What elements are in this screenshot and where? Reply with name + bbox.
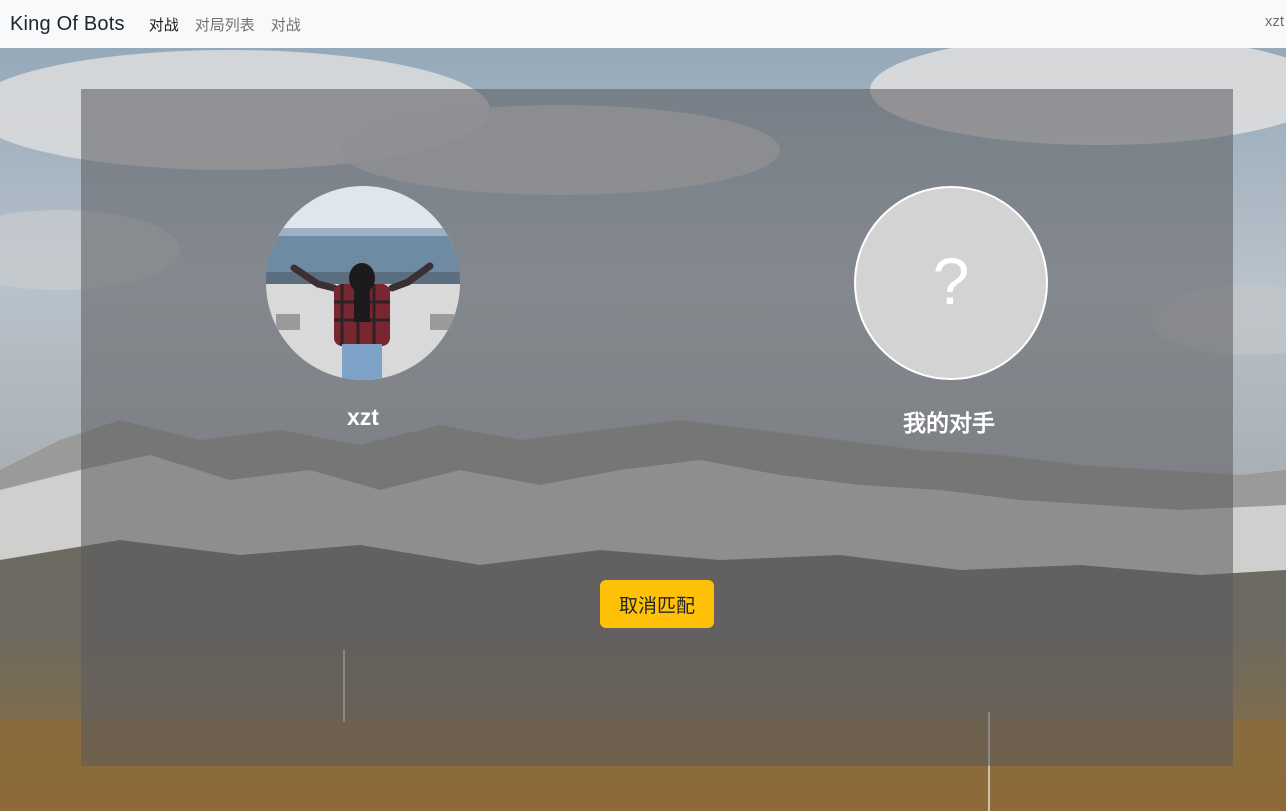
self-player-name: xzt (347, 404, 379, 430)
user-menu[interactable]: xzt (1265, 13, 1284, 30)
match-panel: ? xzt 我的对手 取消匹配 (81, 89, 1233, 766)
nav-link-match-list[interactable]: 对局列表 (195, 14, 255, 35)
top-navbar: King Of Bots 对战 对局列表 对战 xzt (0, 0, 1286, 48)
nav-link-battle[interactable]: 对战 (149, 14, 179, 35)
self-avatar (266, 186, 460, 380)
nav-link-battle-2[interactable]: 对战 (271, 14, 301, 35)
opponent-avatar-placeholder: ? (854, 186, 1048, 380)
self-avatar-photo (266, 186, 460, 380)
opponent-player-name: 我的对手 (903, 410, 995, 436)
brand-logo-text[interactable]: King Of Bots (10, 13, 125, 36)
cancel-match-button[interactable]: 取消匹配 (600, 580, 714, 628)
question-mark-icon: ? (932, 244, 970, 318)
